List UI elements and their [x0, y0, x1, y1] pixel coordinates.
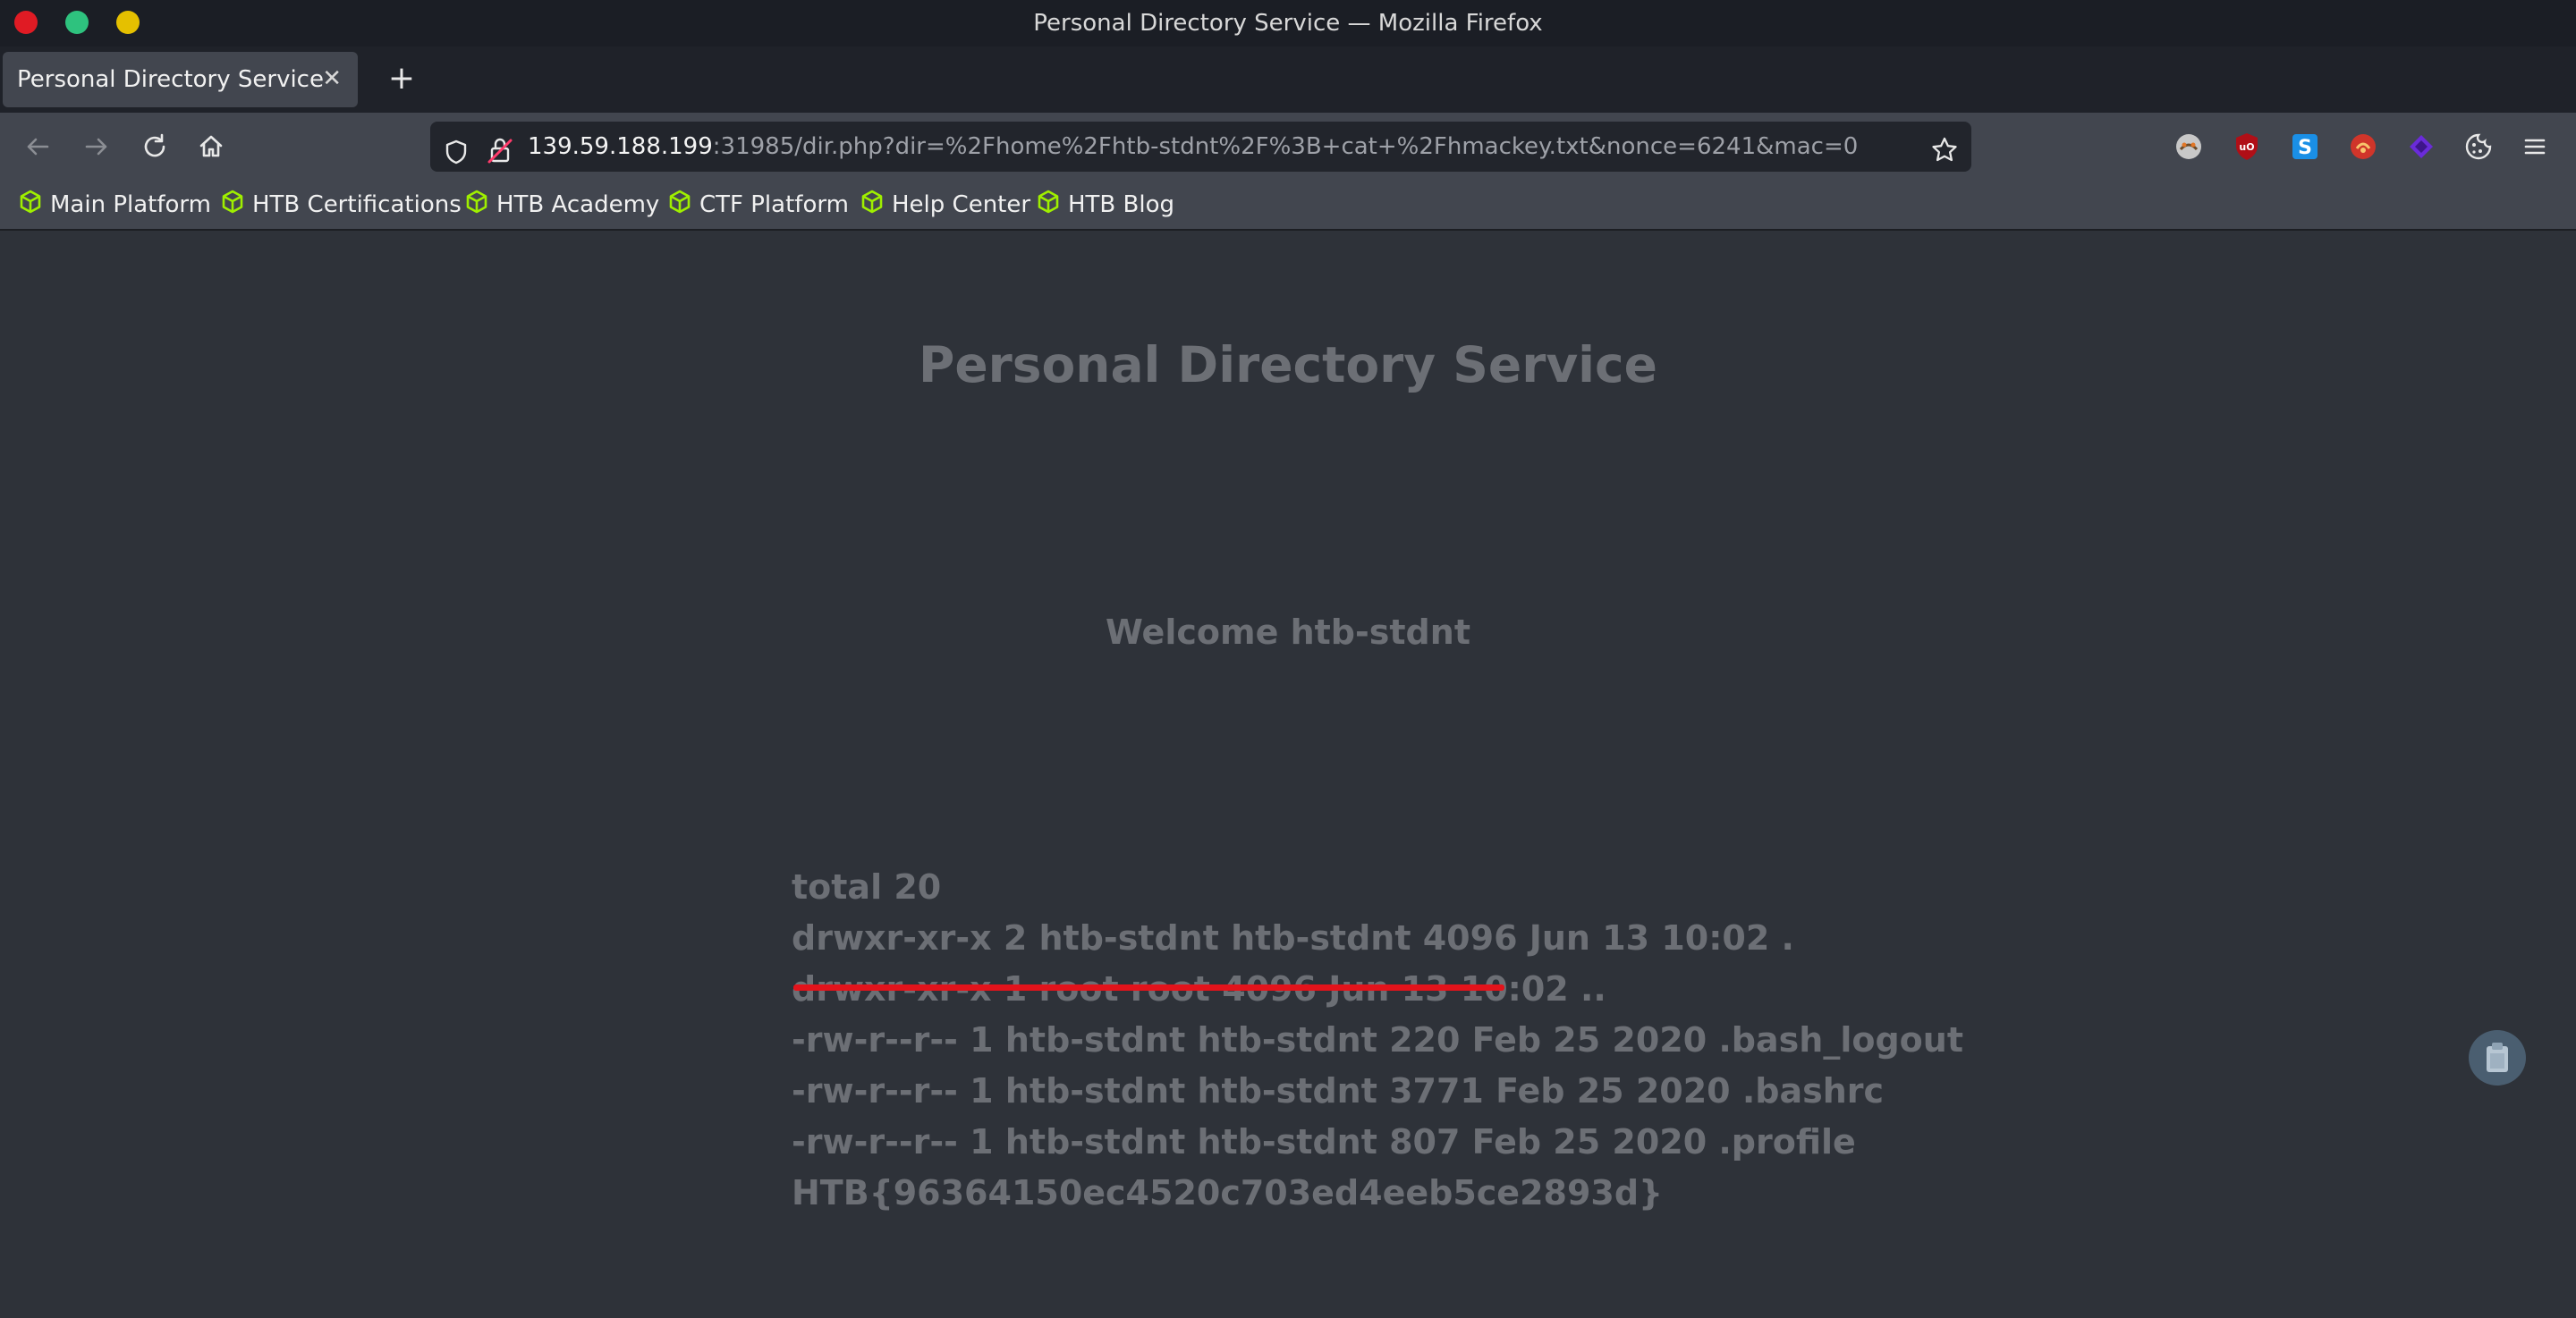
htb-cube-icon — [464, 189, 489, 222]
home-icon[interactable] — [190, 125, 233, 168]
bookmark-help-center[interactable]: Help Center — [860, 181, 1030, 229]
tab-label: Personal Directory Service — [17, 66, 324, 93]
bookmark-label: HTB Blog — [1068, 191, 1175, 218]
flag-underline — [793, 984, 1504, 991]
back-icon[interactable] — [16, 125, 59, 168]
bookmark-label: CTF Platform — [699, 191, 849, 218]
purple-extension-icon[interactable] — [2404, 130, 2438, 164]
url-text[interactable]: 139.59.188.199:31985/dir.php?dir=%2Fhome… — [528, 122, 1858, 172]
clipboard-icon[interactable] — [2469, 1030, 2526, 1086]
bookmark-htb-academy[interactable]: HTB Academy — [464, 181, 659, 229]
foxyproxy-icon[interactable] — [2172, 130, 2206, 164]
red-extension-icon[interactable] — [2346, 130, 2380, 164]
reload-icon[interactable] — [133, 125, 176, 168]
bookmark-label: HTB Certifications — [252, 191, 462, 218]
page-content: Personal Directory Service Welcome htb-s… — [0, 231, 2576, 1318]
url-bar[interactable]: 139.59.188.199:31985/dir.php?dir=%2Fhome… — [430, 122, 1971, 172]
svg-text:S: S — [2298, 137, 2312, 159]
forward-icon[interactable] — [75, 125, 118, 168]
svg-text:uO: uO — [2239, 141, 2254, 153]
url-host: 139.59.188.199 — [528, 133, 713, 160]
cookie-icon[interactable] — [2462, 130, 2496, 164]
bookmark-main-platform[interactable]: Main Platform — [18, 181, 211, 229]
htb-cube-icon — [860, 189, 885, 222]
shield-icon[interactable] — [443, 133, 470, 183]
s-extension-icon[interactable]: S — [2288, 130, 2322, 164]
flag-line: HTB{96364150ec4520c703ed4eeb5ce2893d} — [792, 1173, 1664, 1212]
nav-toolbar: 139.59.188.199:31985/dir.php?dir=%2Fhome… — [0, 113, 2576, 181]
bookmark-label: HTB Academy — [496, 191, 660, 218]
window-titlebar: Personal Directory Service — Mozilla Fir… — [0, 0, 2576, 46]
htb-cube-icon — [1036, 189, 1061, 222]
bookmark-star-icon[interactable] — [1930, 132, 1959, 182]
bookmark-htb-blog[interactable]: HTB Blog — [1036, 181, 1174, 229]
tab-strip: Personal Directory Service ✕ + — [0, 46, 2576, 113]
bookmarks-bar: Main Platform HTB Certifications HTB Aca… — [0, 181, 2576, 231]
bookmark-label: Help Center — [892, 191, 1031, 218]
bookmark-ctf-platform[interactable]: CTF Platform — [667, 181, 849, 229]
window-title: Personal Directory Service — Mozilla Fir… — [1033, 10, 1543, 37]
url-path: :31985/dir.php?dir=%2Fhome%2Fhtb-stdnt%2… — [712, 133, 1859, 160]
htb-cube-icon — [220, 189, 245, 222]
bookmark-htb-certifications[interactable]: HTB Certifications — [220, 181, 462, 229]
page-title: Personal Directory Service — [919, 336, 1657, 393]
listing-line: total 20 — [792, 867, 942, 907]
listing-line: -rw-r--r-- 1 htb-stdnt htb-stdnt 3771 Fe… — [792, 1071, 1885, 1111]
listing-line: -rw-r--r-- 1 htb-stdnt htb-stdnt 807 Feb… — [792, 1122, 1856, 1162]
close-tab-icon[interactable]: ✕ — [322, 52, 342, 106]
listing-line: -rw-r--r-- 1 htb-stdnt htb-stdnt 220 Feb… — [792, 1020, 1963, 1060]
ublock-icon[interactable]: uO — [2230, 130, 2264, 164]
directory-listing: total 20 drwxr-xr-x 2 htb-stdnt htb-stdn… — [792, 862, 1963, 1219]
bookmark-label: Main Platform — [50, 191, 211, 218]
htb-cube-icon — [18, 189, 43, 222]
tab-personal-directory[interactable]: Personal Directory Service ✕ — [3, 52, 358, 107]
htb-cube-icon — [667, 189, 692, 222]
menu-icon[interactable] — [2518, 130, 2552, 164]
insecure-lock-icon[interactable] — [487, 132, 513, 182]
listing-line: drwxr-xr-x 2 htb-stdnt htb-stdnt 4096 Ju… — [792, 918, 1794, 958]
welcome-message: Welcome htb-stdnt — [1106, 613, 1470, 652]
new-tab-button[interactable]: + — [379, 57, 424, 102]
